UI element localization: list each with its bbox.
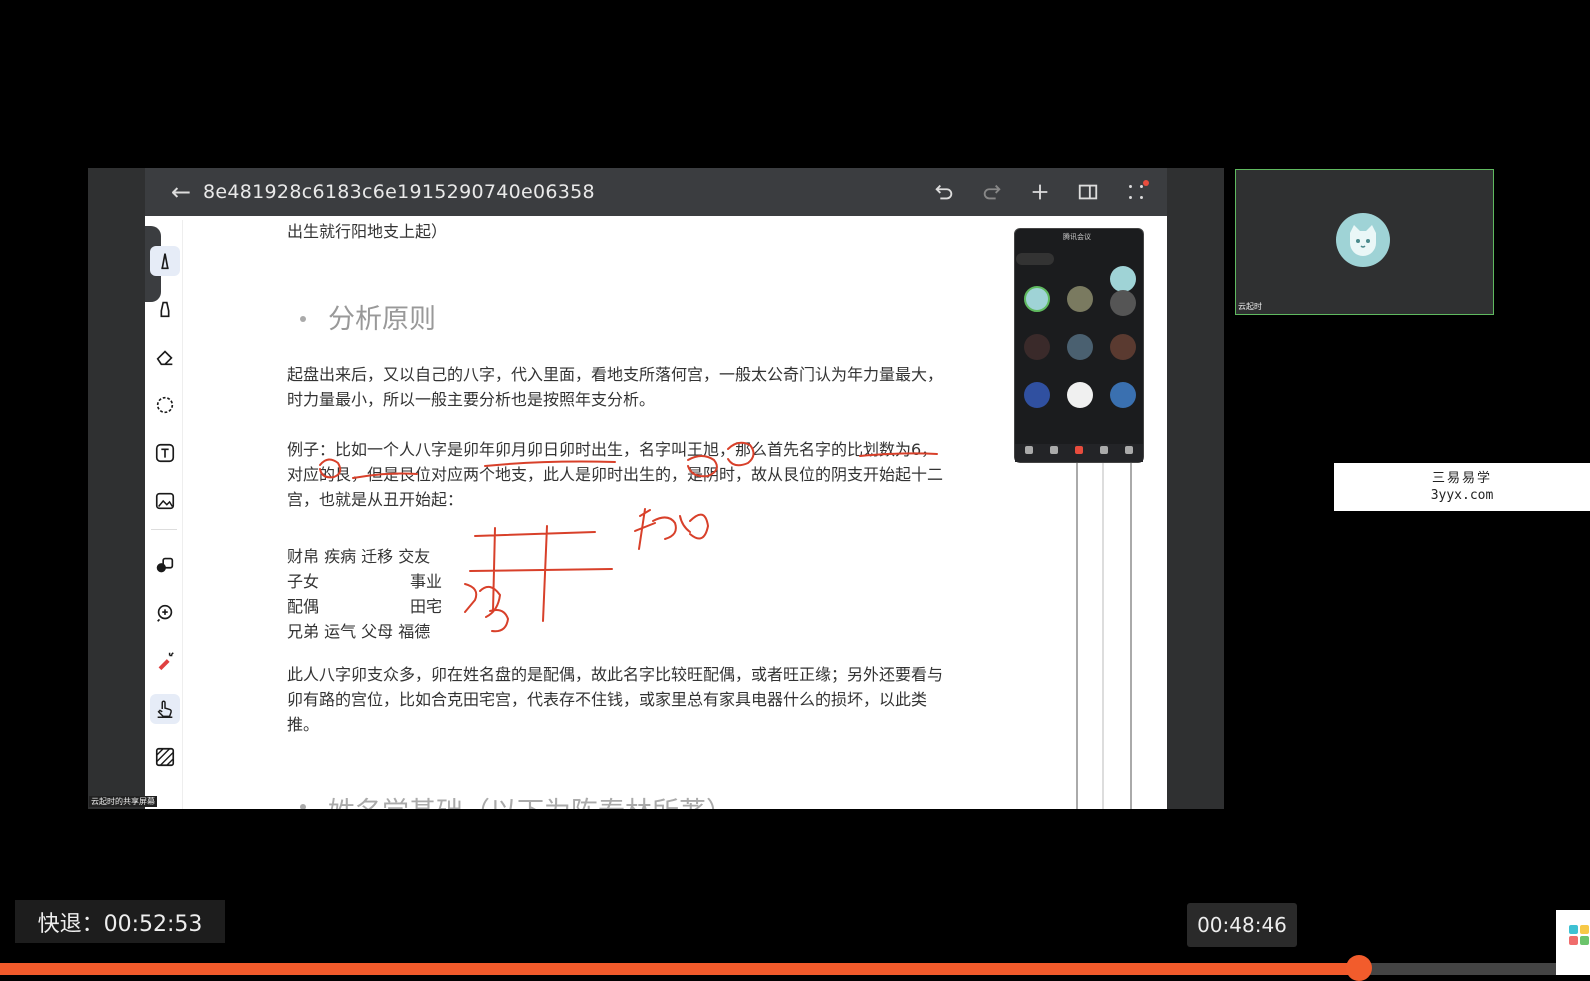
text-line: 出生就行阳地支上起） bbox=[287, 222, 448, 241]
hand-tool[interactable] bbox=[150, 694, 180, 724]
participant-avatar[interactable] bbox=[1024, 334, 1050, 360]
redo-button[interactable] bbox=[971, 172, 1013, 212]
participant-name: 云起时 bbox=[1238, 302, 1262, 311]
arrow-left-icon: ← bbox=[170, 178, 192, 206]
undo-icon bbox=[935, 184, 953, 200]
laser-pointer-icon bbox=[158, 652, 174, 671]
meeting-title: 腾讯会议 bbox=[1063, 233, 1091, 241]
paragraph: 此人八字卯支众多，卯在姓名盘的是配偶，故此名字比较旺配偶，或者旺正缘；另外还要看… bbox=[287, 665, 944, 734]
shapes-icon bbox=[156, 557, 174, 573]
letterbox bbox=[145, 809, 1167, 829]
palace-grid-cell: 配偶 bbox=[287, 597, 320, 616]
highlighter-tool[interactable] bbox=[150, 294, 180, 324]
laser-pointer-tool[interactable] bbox=[150, 646, 180, 676]
shape-tool[interactable] bbox=[150, 550, 180, 580]
text-tool[interactable] bbox=[150, 438, 180, 468]
eraser-tool[interactable] bbox=[150, 342, 180, 372]
participant-avatar[interactable] bbox=[1024, 286, 1050, 312]
plus-icon bbox=[1032, 184, 1048, 200]
zoom-tool[interactable] bbox=[150, 598, 180, 628]
watermark-text: 三易易学 bbox=[1431, 471, 1492, 486]
app-logo-icon bbox=[1569, 925, 1589, 945]
eraser-icon bbox=[156, 350, 173, 366]
participant-avatar[interactable] bbox=[1110, 382, 1136, 408]
more-button[interactable] bbox=[1115, 172, 1157, 212]
participant-avatar[interactable] bbox=[1110, 266, 1136, 292]
participants-icon[interactable] bbox=[1100, 446, 1108, 454]
participant-avatar[interactable] bbox=[1110, 290, 1136, 316]
lasso-icon bbox=[156, 396, 174, 414]
palace-grid-row: 兄弟 运气 父母 福德 bbox=[287, 622, 431, 641]
pen-tool[interactable] bbox=[150, 246, 180, 276]
lasso-tool[interactable] bbox=[150, 390, 180, 420]
heading-bullet bbox=[300, 316, 306, 322]
divider-line bbox=[1102, 463, 1104, 809]
divider-line bbox=[1130, 463, 1132, 809]
paragraph: 起盘出来后，又以自己的八字，代入里面，看地支所落何宫，一般太公奇门认为年力量最大… bbox=[287, 365, 944, 409]
network-badge bbox=[1016, 253, 1054, 265]
undo-button[interactable] bbox=[923, 172, 965, 212]
hand-pointer-icon bbox=[157, 700, 173, 718]
watermark-url: 3yyx.com bbox=[1430, 488, 1494, 503]
split-view-button[interactable] bbox=[1067, 172, 1109, 212]
highlighter-icon bbox=[160, 301, 170, 318]
document-toolbar: ← 8e481928c6183c6e1915290740e06358 bbox=[145, 168, 1167, 216]
share-label: 云起时的共享屏幕 bbox=[89, 796, 157, 807]
document-title: 8e481928c6183c6e1915290740e06358 bbox=[203, 181, 595, 203]
progress-knob[interactable] bbox=[1346, 955, 1373, 981]
pattern-tool[interactable] bbox=[150, 742, 180, 772]
split-view-icon bbox=[1078, 184, 1098, 200]
palace-grid-cell: 子女 bbox=[287, 572, 320, 591]
cat-avatar-icon bbox=[1336, 213, 1390, 267]
divider-line bbox=[1076, 463, 1078, 809]
rewind-indicator: 快退：00:52:53 bbox=[15, 900, 225, 943]
back-button[interactable]: ← bbox=[159, 168, 203, 216]
participant-avatar[interactable] bbox=[1067, 334, 1093, 360]
participant-avatar[interactable] bbox=[1024, 382, 1050, 408]
progress-fill bbox=[0, 963, 1360, 975]
palace-grid-row: 财帛 疾病 迁移 交友 bbox=[287, 547, 431, 566]
participant-avatar[interactable] bbox=[1110, 334, 1136, 360]
image-tool[interactable] bbox=[150, 486, 180, 516]
redo-icon bbox=[983, 184, 1001, 200]
notification-dot bbox=[1143, 180, 1149, 186]
more-icon[interactable] bbox=[1125, 446, 1133, 454]
participant-avatar[interactable] bbox=[1067, 382, 1093, 408]
paragraph: 例子：比如一个人八字是卯年卯月卯日卯时出生，名字叫王旭，那么首先名字的比划数为6… bbox=[287, 440, 944, 509]
text-icon bbox=[155, 443, 175, 463]
mic-icon[interactable] bbox=[1025, 446, 1033, 454]
zoom-in-icon bbox=[157, 604, 173, 622]
current-time: 00:48:46 bbox=[1187, 903, 1297, 947]
hatch-pattern-icon bbox=[155, 747, 175, 767]
camera-icon[interactable] bbox=[1050, 446, 1058, 454]
participant-avatar[interactable] bbox=[1067, 286, 1093, 312]
image-icon bbox=[155, 492, 175, 510]
toolbar-actions bbox=[923, 172, 1157, 212]
pen-icon bbox=[161, 253, 169, 270]
palace-grid-cell: 事业 bbox=[410, 572, 443, 591]
toolbar-divider bbox=[151, 529, 177, 530]
add-button[interactable] bbox=[1019, 172, 1061, 212]
share-screen-icon[interactable] bbox=[1075, 446, 1083, 454]
section-heading: 分析原则 bbox=[328, 304, 436, 335]
palace-grid-cell: 田宅 bbox=[410, 597, 443, 616]
